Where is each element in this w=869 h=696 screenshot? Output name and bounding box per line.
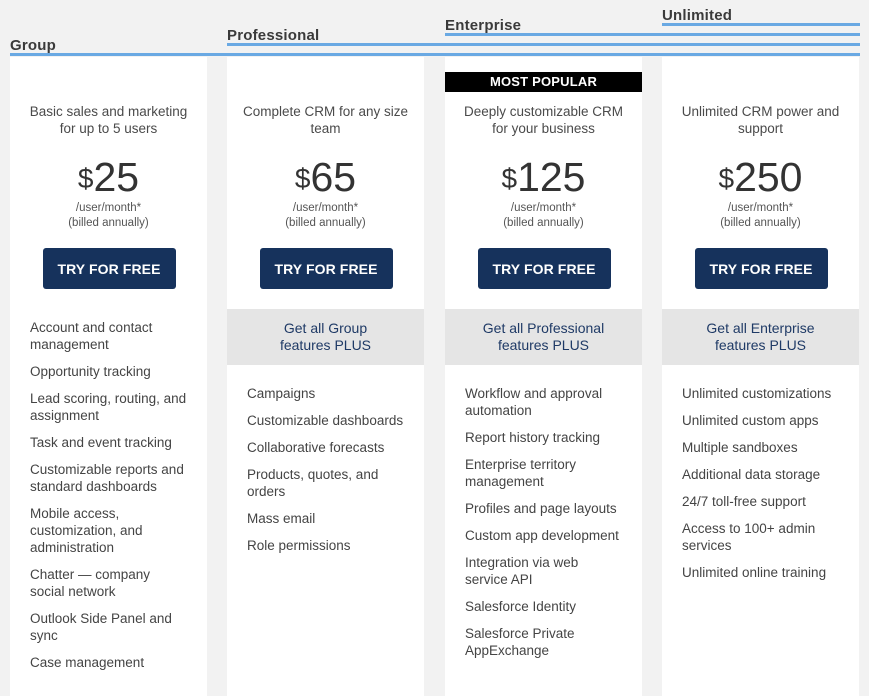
currency-symbol: $ [77,163,94,194]
price-unit-line: /user/month* [75,202,142,214]
plan-price: $65 [227,155,424,199]
features-plus-line2: features PLUS [497,337,590,353]
try-for-free-button-professional[interactable]: TRY FOR FREE [259,248,393,289]
feature-item: Salesforce Identity [465,599,577,614]
feature-item: Customizable dashboards [247,413,404,428]
features-plus-line2: features PLUS [279,337,372,353]
price-unit-line: /user/month* [510,202,577,214]
plan-description: Unlimited CRM power and support [681,104,840,136]
feature-item: Products, quotes, and orders [247,467,379,499]
plan-price: $125 [445,155,642,199]
currency-symbol: $ [501,163,518,194]
plan-card-group: Basic sales and marketing for up to 5 us… [10,57,207,696]
feature-list: Campaigns Customizable dashboards Collab… [227,385,424,564]
price-unit: /user/month* (billed annually) [10,201,207,231]
currency-symbol: $ [718,163,735,194]
features-plus-line1: Get all Group [283,320,368,336]
price-amount: 250 [734,154,803,200]
plan-card-professional: Complete CRM for any size team $65 /user… [227,57,424,696]
price-amount: 125 [517,154,586,200]
feature-list: Unlimited customizations Unlimited custo… [662,385,859,591]
feature-item: Report history tracking [465,430,601,445]
billing-note: (billed annually) [720,217,801,229]
feature-item: Customizable reports and standard dashbo… [30,462,184,494]
features-plus-line1: Get all Enterprise [706,320,815,336]
try-for-free-button-enterprise[interactable]: TRY FOR FREE [477,248,611,289]
feature-item: Mobile access, customization, and admini… [30,506,143,555]
feature-item: Enterprise territory management [465,457,577,489]
plan-name-enterprise: Enterprise [445,17,522,34]
feature-item: Collaborative forecasts [247,440,385,455]
feature-item: Campaigns [247,386,316,401]
feature-item: Outlook Side Panel and sync [30,611,172,643]
feature-item: Workflow and approval automation [465,386,603,418]
feature-item: Multiple sandboxes [682,440,798,455]
plan-price: $25 [10,155,207,199]
feature-item: Access to 100+ admin services [682,521,816,553]
feature-item: Role permissions [247,538,351,553]
feature-item: Task and event tracking [30,435,172,450]
feature-item: Mass email [247,511,316,526]
plan-name-unlimited: Unlimited [662,7,733,24]
feature-item: Custom app development [465,528,619,543]
features-plus-banner: Get all Enterprise features PLUS [662,309,859,365]
plan-description: Complete CRM for any size team [242,104,409,136]
price-amount: 65 [310,154,357,200]
price-unit: /user/month* (billed annually) [662,201,859,231]
plan-name-professional: Professional [227,27,320,44]
feature-item: Case management [30,655,145,670]
billing-note: (billed annually) [68,217,149,229]
feature-item: Account and contact management [30,320,153,352]
header-line-professional [227,43,860,46]
try-for-free-button-group[interactable]: TRY FOR FREE [42,248,176,289]
feature-item: Unlimited custom apps [682,413,819,428]
plan-description: Deeply customizable CRM for your busines… [463,104,624,136]
price-unit-line: /user/month* [727,202,794,214]
feature-item: 24/7 toll-free support [682,494,806,509]
billing-note: (billed annually) [503,217,584,229]
feature-item: Unlimited online training [682,565,827,580]
feature-item: Integration via web service API [465,555,579,587]
plan-description: Basic sales and marketing for up to 5 us… [29,104,188,136]
header-line-group [10,53,860,56]
feature-item: Opportunity tracking [30,364,151,379]
currency-symbol: $ [294,163,311,194]
feature-list: Account and contact management Opportuni… [10,319,207,681]
plan-name-group: Group [10,37,56,54]
billing-note: (billed annually) [285,217,366,229]
plan-card-unlimited: Unlimited CRM power and support $250 /us… [662,57,859,696]
try-for-free-button-unlimited[interactable]: TRY FOR FREE [694,248,828,289]
features-plus-line2: features PLUS [714,337,807,353]
price-unit-line: /user/month* [292,202,359,214]
feature-list: Workflow and approval automation Report … [445,385,642,669]
features-plus-line1: Get all Professional [482,320,605,336]
feature-item: Chatter — company social network [30,567,151,599]
most-popular-badge: MOST POPULAR [445,72,642,92]
price-amount: 25 [93,154,140,200]
feature-item: Unlimited customizations [682,386,832,401]
feature-item: Salesforce Private AppExchange [465,626,575,658]
feature-item: Lead scoring, routing, and assignment [30,391,187,423]
feature-item: Additional data storage [682,467,821,482]
price-unit: /user/month* (billed annually) [445,201,642,231]
plan-card-enterprise: MOST POPULAR Deeply customizable CRM for… [445,57,642,696]
feature-item: Profiles and page layouts [465,501,617,516]
features-plus-banner: Get all Group features PLUS [227,309,424,365]
plan-price: $250 [662,155,859,199]
features-plus-banner: Get all Professional features PLUS [445,309,642,365]
price-unit: /user/month* (billed annually) [227,201,424,231]
